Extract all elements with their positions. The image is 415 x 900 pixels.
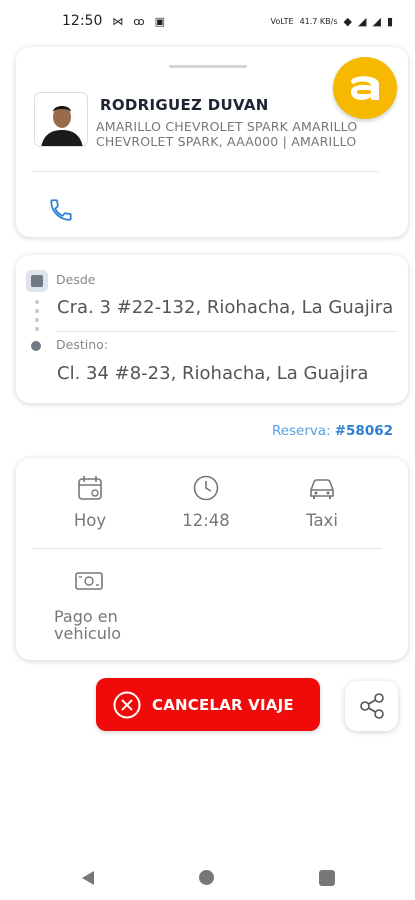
home-icon[interactable] bbox=[199, 870, 214, 885]
signal-icon: ◢ bbox=[372, 14, 381, 28]
trip-service: Taxi bbox=[292, 474, 352, 530]
route-dot bbox=[35, 327, 39, 331]
origin-address: Cra. 3 #22-132, Riohacha, La Guajira bbox=[57, 297, 394, 318]
route-dot bbox=[35, 318, 39, 322]
phone-icon bbox=[50, 199, 72, 221]
trip-time: 12:48 bbox=[176, 474, 236, 530]
clock-icon bbox=[193, 475, 219, 501]
divider bbox=[56, 331, 396, 332]
cancel-trip-label: CANCELAR VIAJE bbox=[152, 695, 294, 714]
close-circle-icon bbox=[113, 691, 141, 718]
divider bbox=[32, 548, 382, 549]
recent-apps-icon[interactable] bbox=[319, 870, 335, 886]
usb-icon: ⋈ bbox=[112, 14, 124, 28]
reservation-info: Reserva: #58062 bbox=[272, 423, 393, 439]
payment-method: Pago en vehiculo bbox=[54, 607, 122, 643]
signal-icon: ◢ bbox=[358, 14, 367, 28]
battery-icon: ▮ bbox=[386, 14, 393, 28]
reservation-label: Reserva: bbox=[271, 423, 331, 439]
trip-date: Hoy bbox=[62, 474, 118, 530]
origin-marker-icon bbox=[26, 270, 48, 292]
trip-details-card: Hoy 12:48 Taxi Pago en vehiculo bbox=[16, 458, 408, 660]
briefcase-icon: ▣ bbox=[154, 14, 165, 28]
driver-name: RODRIGUEZ DUVAN bbox=[100, 96, 269, 114]
share-icon bbox=[359, 693, 384, 719]
system-navigation-bar bbox=[0, 855, 415, 900]
trip-date-label: Hoy bbox=[73, 511, 107, 530]
route-dot bbox=[35, 309, 39, 313]
origin-label: Desde bbox=[56, 272, 96, 287]
calendar-icon bbox=[78, 476, 102, 500]
call-driver-button[interactable] bbox=[48, 197, 74, 223]
share-button[interactable] bbox=[345, 681, 398, 731]
network-label: VoLTE bbox=[270, 16, 294, 26]
status-bar: 12:50 ⋈ ꝏ ▣ VoLTE 41.7 KB/s ◆ ◢ ◢ ▮ bbox=[0, 0, 415, 42]
destination-label: Destino: bbox=[56, 337, 108, 352]
network-speed: 41.7 KB/s bbox=[299, 16, 338, 26]
trip-time-label: 12:48 bbox=[182, 511, 230, 530]
cash-icon bbox=[74, 570, 104, 596]
back-icon[interactable] bbox=[80, 870, 96, 886]
vehicle-info: AMARILLO CHEVROLET SPARK AMARILLO CHEVRO… bbox=[96, 119, 358, 149]
status-time: 12:50 bbox=[62, 13, 103, 29]
divider bbox=[32, 171, 379, 172]
voicemail-icon: ꝏ bbox=[133, 14, 145, 28]
reservation-number: #58062 bbox=[334, 423, 393, 439]
car-icon bbox=[310, 479, 334, 499]
destination-marker-icon bbox=[31, 341, 41, 351]
route-dot bbox=[35, 300, 39, 304]
brand-logo-icon bbox=[351, 76, 379, 100]
drag-handle[interactable] bbox=[169, 65, 247, 68]
brand-logo bbox=[333, 57, 397, 119]
trip-service-label: Taxi bbox=[306, 511, 338, 530]
route-card: Desde Cra. 3 #22-132, Riohacha, La Guaji… bbox=[16, 255, 408, 403]
wifi-icon: ◆ bbox=[343, 14, 352, 28]
driver-avatar bbox=[34, 92, 88, 147]
destination-address: Cl. 34 #8-23, Riohacha, La Guajira bbox=[57, 363, 369, 384]
cancel-trip-button[interactable]: CANCELAR VIAJE bbox=[96, 678, 320, 731]
